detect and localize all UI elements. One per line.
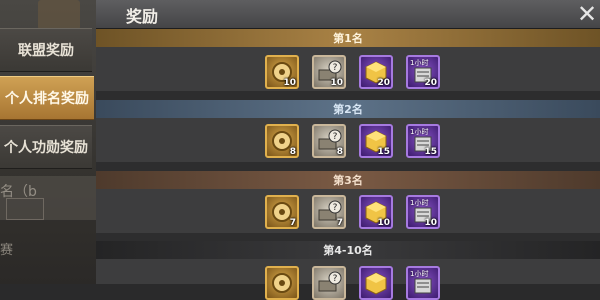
rank-label: 第4-10名 (323, 244, 373, 257)
svg-text:?: ? (333, 63, 338, 73)
item-count: 10 (283, 78, 296, 88)
reward-item[interactable]: ? 8 (312, 124, 346, 158)
reward-item[interactable]: ? 10 (312, 55, 346, 89)
tab-label: 联盟奖励 (18, 43, 74, 59)
item-count: 7 (336, 218, 343, 228)
rank-header: 第4-10名 (96, 241, 600, 259)
close-button[interactable]: ✕ (574, 0, 600, 28)
item-count: 15 (377, 147, 390, 157)
gear-medal-icon (272, 273, 292, 293)
reward-items: ? 1小时 (265, 266, 440, 300)
rank-header: 第1名 (96, 29, 600, 47)
time-label: 1小时 (410, 59, 429, 67)
svg-text:?: ? (333, 274, 338, 284)
time-label: 1小时 (410, 128, 429, 136)
background-box (6, 198, 44, 220)
reward-item[interactable]: 10 (359, 195, 393, 229)
tab-personal-rank-reward[interactable]: 个人排名奖励 (0, 76, 94, 120)
reward-item[interactable]: 1小时 10 (406, 195, 440, 229)
tab-alliance-reward[interactable]: 联盟奖励 (0, 28, 92, 72)
rank-header: 第2名 (96, 100, 600, 118)
item-count: 20 (377, 78, 390, 88)
rank-header: 第3名 (96, 171, 600, 189)
reward-item[interactable]: 1小时 15 (406, 124, 440, 158)
reward-item[interactable]: 20 (359, 55, 393, 89)
reward-item[interactable] (359, 266, 393, 300)
background-text-1: 名（b (0, 184, 37, 200)
reward-items: 8 ? 8 15 1小时 15 (265, 124, 440, 158)
time-label: 1小时 (410, 199, 429, 207)
reward-item[interactable]: 8 (265, 124, 299, 158)
rank-label: 第1名 (333, 32, 363, 45)
reward-item[interactable]: 15 (359, 124, 393, 158)
reward-item[interactable]: 1小时 (406, 266, 440, 300)
item-count: 8 (289, 147, 296, 157)
panel-header: 奖励 (96, 0, 600, 29)
svg-text:?: ? (333, 132, 338, 142)
svg-text:?: ? (333, 203, 338, 213)
background-text-2: 赛 (0, 243, 14, 258)
item-count: 20 (424, 78, 437, 88)
gold-cube-icon (365, 272, 387, 295)
item-count: 10 (330, 78, 343, 88)
close-icon: ✕ (576, 0, 598, 28)
tab-label: 个人功勋奖励 (4, 140, 88, 156)
item-count: 8 (336, 147, 343, 157)
item-count: 7 (289, 218, 296, 228)
reward-item[interactable]: 1小时 20 (406, 55, 440, 89)
rank-label: 第2名 (333, 103, 363, 116)
reward-item[interactable] (265, 266, 299, 300)
item-count: 10 (424, 218, 437, 228)
reward-items: 7 ? 7 10 1小时 10 (265, 195, 440, 229)
time-label: 1小时 (410, 270, 429, 278)
panel-title: 奖励 (126, 7, 159, 26)
tab-label: 个人排名奖励 (5, 91, 89, 107)
reward-item[interactable]: 10 (265, 55, 299, 89)
reward-item[interactable]: ? 7 (312, 195, 346, 229)
rank-label: 第3名 (333, 174, 363, 187)
reward-items: 10 ? 10 20 1小时 20 (265, 55, 440, 89)
reward-item[interactable]: ? (312, 266, 346, 300)
item-count: 15 (424, 147, 437, 157)
reward-item[interactable]: 7 (265, 195, 299, 229)
tab-personal-merit-reward[interactable]: 个人功勋奖励 (0, 125, 92, 169)
item-count: 10 (377, 218, 390, 228)
mystery-crate-icon: ? (318, 271, 342, 292)
background-crest (38, 0, 80, 30)
